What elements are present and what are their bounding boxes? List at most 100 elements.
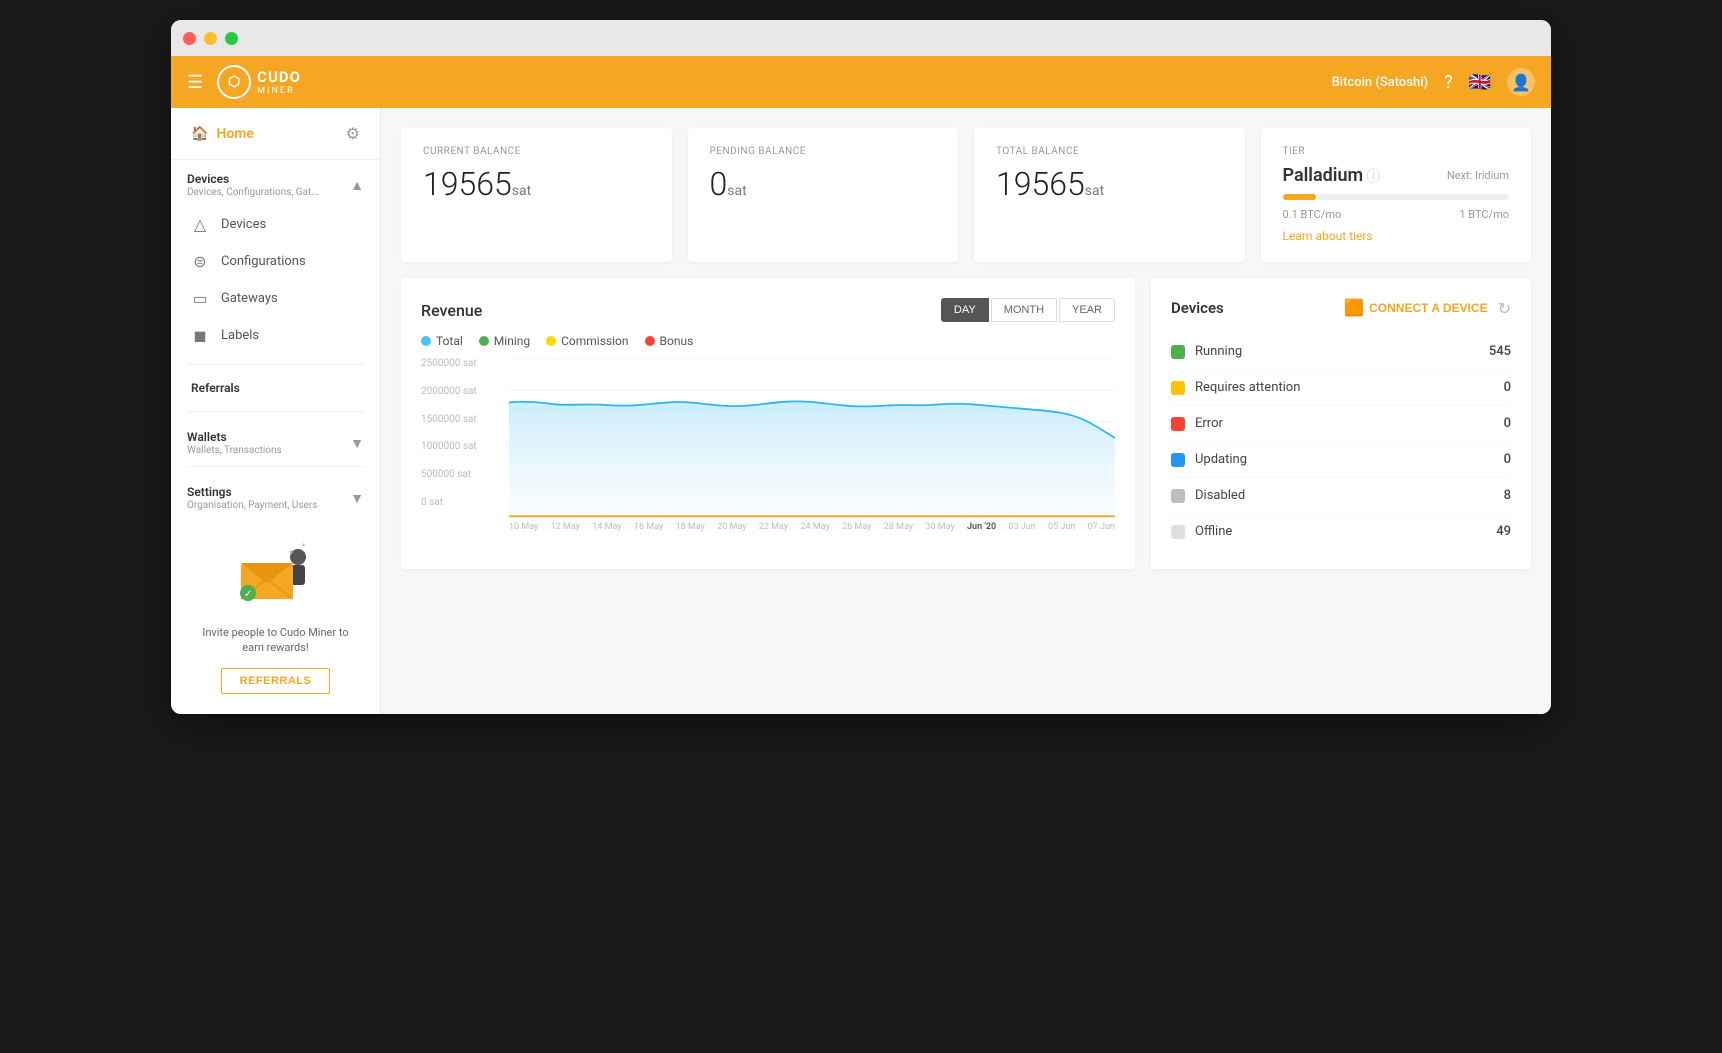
legend-commission: Commission: [546, 334, 628, 348]
sidebar-item-configurations[interactable]: ⊜ Configurations: [171, 243, 380, 280]
close-btn[interactable]: [183, 32, 196, 45]
svg-text:✓: ✓: [244, 589, 252, 600]
referrals-button[interactable]: REFERRALS: [221, 668, 331, 694]
pending-balance-label: PENDING BALANCE: [710, 146, 937, 157]
chart-tab-day[interactable]: DAY: [941, 298, 989, 322]
x-label-6: 20 May: [717, 522, 746, 532]
logo-text-block: CUDO MINER: [257, 68, 301, 96]
collapse-icon: ▲: [350, 177, 364, 194]
attention-count: 0: [1504, 380, 1511, 395]
status-running: Running 545: [1171, 334, 1511, 370]
tier-range-max: 1 BTC/mo: [1459, 208, 1509, 221]
sidebar-item-gateways[interactable]: ▭ Gateways: [171, 280, 380, 317]
referral-illustration: ✓ ✦ ✦: [226, 535, 326, 615]
chart-tab-year[interactable]: YEAR: [1059, 298, 1115, 322]
x-label-11: 30 May: [925, 522, 954, 532]
gear-icon[interactable]: ⚙: [346, 124, 360, 143]
sidebar: 🏠 Home ⚙ Devices Devices, Configurations…: [171, 108, 381, 714]
sidebar-item-referrals[interactable]: Referrals: [171, 371, 380, 405]
settings-sub: Organisation, Payment, Users: [187, 500, 317, 511]
legend-commission-label: Commission: [561, 334, 628, 348]
settings-title: Settings: [187, 485, 317, 499]
y-label-4: 2000000 sat: [421, 386, 501, 397]
error-dot: [1171, 417, 1185, 431]
maximize-btn[interactable]: [225, 32, 238, 45]
devices-panel: Devices 🟧 CONNECT A DEVICE ↻: [1151, 278, 1531, 569]
wallets-section-header[interactable]: Wallets Wallets, Transactions ▼: [187, 430, 364, 456]
offline-count: 49: [1496, 524, 1511, 539]
balance-row: CURRENT BALANCE 19565sat PENDING BALANCE…: [401, 128, 1531, 262]
x-label-12: Jun '20: [967, 522, 996, 532]
devices-panel-title: Devices: [1171, 299, 1224, 317]
configurations-label: Configurations: [221, 254, 306, 269]
sidebar-item-devices[interactable]: △ Devices: [171, 206, 380, 243]
plus-icon: 🟧: [1344, 298, 1364, 318]
updating-count: 0: [1504, 452, 1511, 467]
devices-section-title-block: Devices Devices, Configurations, Gat...: [187, 172, 319, 198]
total-balance-value: 19565: [996, 165, 1085, 203]
sidebar-home-section: 🏠 Home ⚙: [171, 108, 380, 160]
tier-link[interactable]: Learn about tiers: [1283, 229, 1373, 243]
status-error-left: Error: [1171, 416, 1223, 431]
chart-tabs: DAY MONTH YEAR: [941, 298, 1115, 322]
legend-mining-label: Mining: [494, 334, 530, 348]
disabled-count: 8: [1504, 488, 1511, 503]
main-content: CURRENT BALANCE 19565sat PENDING BALANCE…: [381, 108, 1551, 714]
flag-icon[interactable]: 🇬🇧: [1469, 72, 1491, 93]
x-label-1: 10 May: [509, 522, 538, 532]
tier-range: 0.1 BTC/mo 1 BTC/mo: [1283, 208, 1510, 221]
user-avatar[interactable]: 👤: [1507, 68, 1535, 96]
refresh-icon[interactable]: ↻: [1498, 299, 1511, 318]
tier-range-min: 0.1 BTC/mo: [1283, 208, 1342, 221]
devices-section-header[interactable]: Devices Devices, Configurations, Gat... …: [187, 172, 364, 198]
logo-name: CUDO: [257, 68, 301, 86]
updating-dot: [1171, 453, 1185, 467]
home-label: Home: [216, 126, 254, 142]
x-label-2: 12 May: [551, 522, 580, 532]
chart-body: 2500000 sat 2000000 sat 1500000 sat 1000…: [421, 358, 1115, 532]
chart-tab-month[interactable]: MONTH: [991, 298, 1057, 322]
x-label-15: 07 Jun: [1088, 522, 1115, 532]
status-disabled: Disabled 8: [1171, 478, 1511, 514]
connect-btn-label: CONNECT A DEVICE: [1369, 301, 1487, 315]
status-updating: Updating 0: [1171, 442, 1511, 478]
y-label-0: 0 sat: [421, 497, 501, 508]
sidebar-item-labels[interactable]: ◼ Labels: [171, 317, 380, 354]
connect-device-button[interactable]: 🟧 CONNECT A DEVICE: [1344, 298, 1487, 318]
devices-section-title: Devices: [187, 172, 319, 186]
legend-bonus-label: Bonus: [660, 334, 694, 348]
pending-balance-card: PENDING BALANCE 0sat: [688, 128, 959, 262]
chart-svg-wrapper: 10 May 12 May 14 May 16 May 18 May 20 Ma…: [509, 358, 1115, 532]
wallets-title-block: Wallets Wallets, Transactions: [187, 430, 282, 456]
offline-dot: [1171, 525, 1185, 539]
tier-header: Palladium ⓘ Next: Iridium: [1283, 165, 1510, 186]
current-balance-value: 19565: [423, 165, 512, 203]
status-offline-left: Offline: [1171, 524, 1232, 539]
status-updating-left: Updating: [1171, 452, 1247, 467]
devices-nav-items: △ Devices ⊜ Configurations ▭ Gateways ◼ …: [171, 202, 380, 358]
pending-balance-unit: sat: [727, 183, 746, 199]
current-balance-card: CURRENT BALANCE 19565sat: [401, 128, 672, 262]
tier-name-block: Palladium ⓘ: [1283, 165, 1381, 186]
wallets-title: Wallets: [187, 430, 282, 444]
nav-left: ☰ ⬡ CUDO MINER: [187, 65, 301, 99]
title-bar: [171, 20, 1551, 56]
hamburger-icon[interactable]: ☰: [187, 72, 203, 93]
gateways-icon: ▭: [191, 289, 209, 308]
home-link[interactable]: 🏠 Home: [191, 126, 254, 142]
tier-info-icon[interactable]: ⓘ: [1366, 169, 1380, 185]
error-label: Error: [1195, 416, 1223, 431]
legend-total-dot: [421, 336, 431, 346]
labels-label: Labels: [221, 328, 259, 343]
total-balance-unit: sat: [1085, 183, 1104, 199]
settings-section-header[interactable]: Settings Organisation, Payment, Users ▼: [187, 485, 364, 511]
legend-bonus-dot: [645, 336, 655, 346]
current-balance-label: CURRENT BALANCE: [423, 146, 650, 157]
devices-icon: △: [191, 215, 209, 234]
offline-label: Offline: [1195, 524, 1232, 539]
help-icon[interactable]: ?: [1444, 72, 1453, 93]
total-balance-card: TOTAL BALANCE 19565sat: [974, 128, 1245, 262]
running-count: 545: [1489, 344, 1511, 359]
total-balance-value-block: 19565sat: [996, 165, 1223, 203]
minimize-btn[interactable]: [204, 32, 217, 45]
